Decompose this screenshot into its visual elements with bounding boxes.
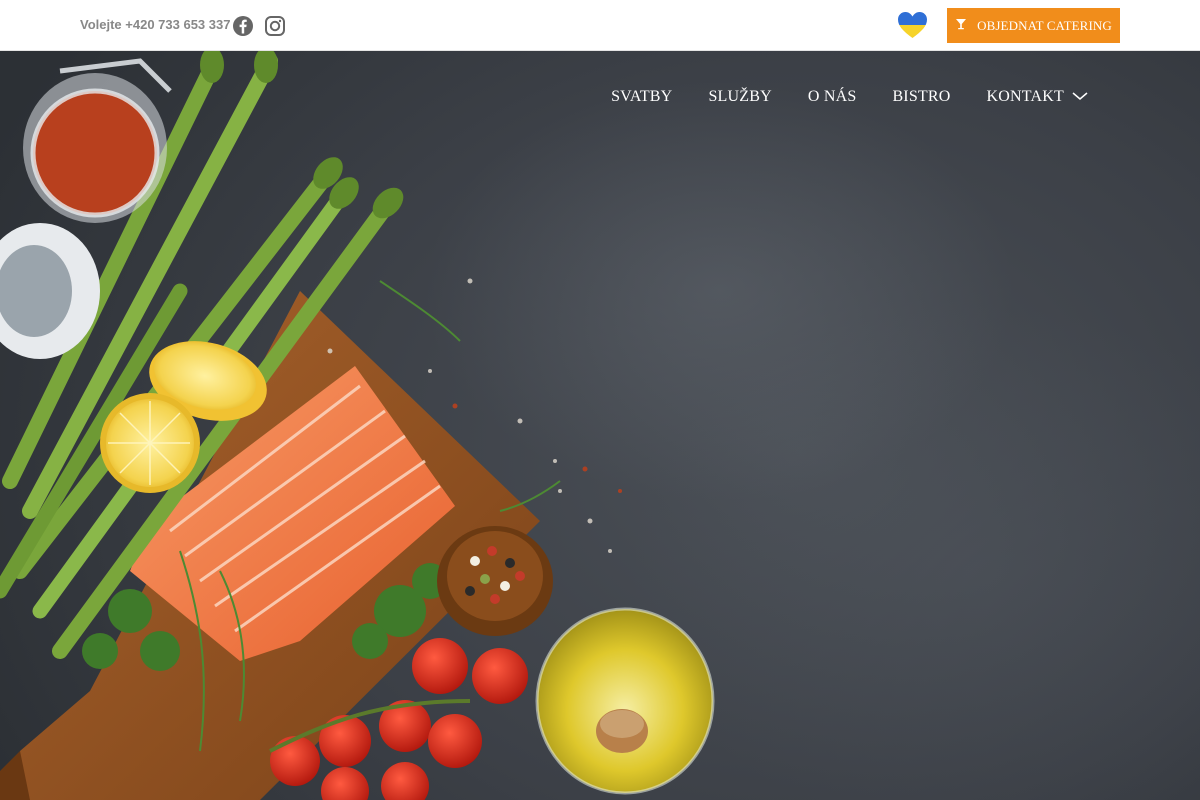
nav-item-kontakt[interactable]: KONTAKT [987,88,1088,106]
phone-number[interactable]: Volejte +420 733 653 337 [80,17,230,32]
chevron-down-icon[interactable] [1072,88,1088,106]
nav-item-label: SLUŽBY [708,88,772,105]
hero-section [0,51,1200,800]
nav-item-label: O NÁS [807,88,857,105]
ukraine-heart-icon [897,11,928,39]
nav-item-svatby[interactable]: SVATBY [611,88,672,106]
nav-item-label: BISTRO [892,88,951,105]
nav-item-label: KONTAKT [986,88,1064,105]
facebook-icon[interactable] [232,15,254,37]
main-nav: SVATBY SLUŽBY O NÁS BISTRO KONTAKT [611,88,1088,106]
order-catering-label: OBJEDNAT CATERING [977,17,1112,33]
top-bar: Volejte +420 733 653 337 OBJEDNAT CATERI… [0,0,1200,51]
nav-item-sluzby[interactable]: SLUŽBY [708,88,771,106]
nav-item-label: SVATBY [611,88,673,105]
order-catering-button[interactable]: OBJEDNAT CATERING [947,8,1120,43]
hero-food-image [0,51,715,800]
cocktail-icon [955,18,967,34]
nav-item-o-nas[interactable]: O NÁS [808,88,857,106]
nav-item-bistro[interactable]: BISTRO [892,88,950,106]
instagram-icon[interactable] [264,15,286,37]
